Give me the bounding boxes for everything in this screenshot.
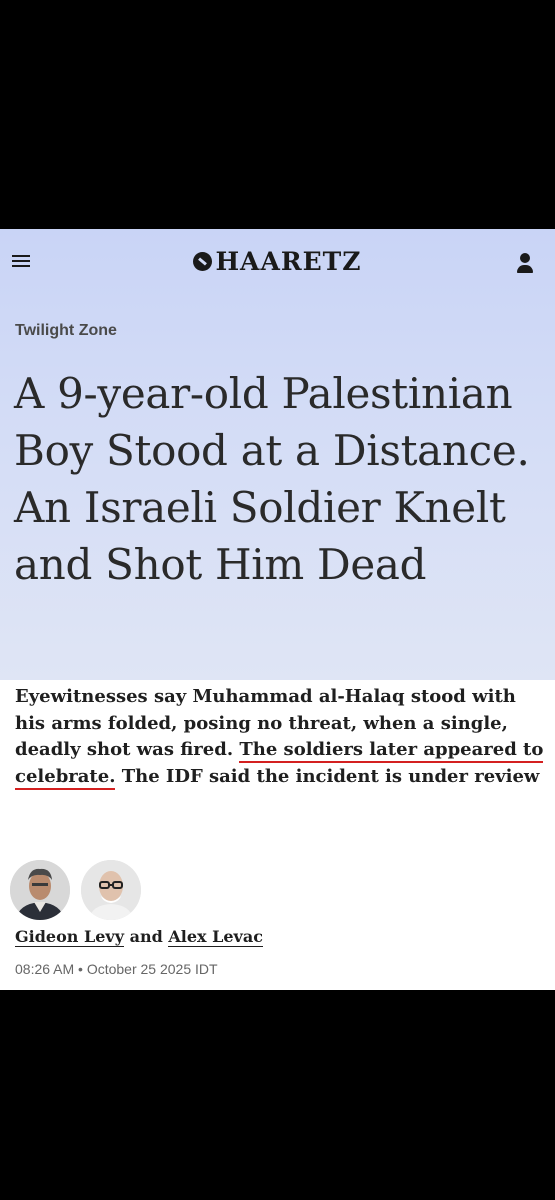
article-headline: A 9-year-old Palestinian Boy Stood at a … (14, 369, 530, 589)
summary-text-outro: The IDF said the incident is under revie… (115, 765, 540, 787)
byline: Gideon Levy and Alex Levac (15, 927, 263, 947)
article-hero: HAARETZ Twilight Zone A 9-year-old Pales… (0, 229, 555, 680)
logo-text: HAARETZ (215, 247, 362, 276)
avatar-gideon-levy[interactable] (10, 860, 70, 920)
haaretz-logo[interactable]: HAARETZ (0, 247, 555, 276)
section-label[interactable]: Twilight Zone (15, 322, 117, 340)
haaretz-logo-mark-icon (193, 252, 213, 271)
author-link-gideon-levy[interactable]: Gideon Levy (15, 927, 125, 947)
article-summary: Eyewitnesses say Muhammad al-Halaq stood… (15, 684, 545, 790)
article-page: HAARETZ Twilight Zone A 9-year-old Pales… (0, 229, 555, 990)
user-account-icon[interactable] (515, 253, 535, 275)
byline-joiner: and (124, 927, 169, 946)
avatar-alex-levac[interactable] (81, 860, 141, 920)
publish-timestamp: 08:26 AM • October 25 2025 IDT (15, 961, 218, 977)
author-link-alex-levac[interactable]: Alex Levac (168, 927, 263, 947)
